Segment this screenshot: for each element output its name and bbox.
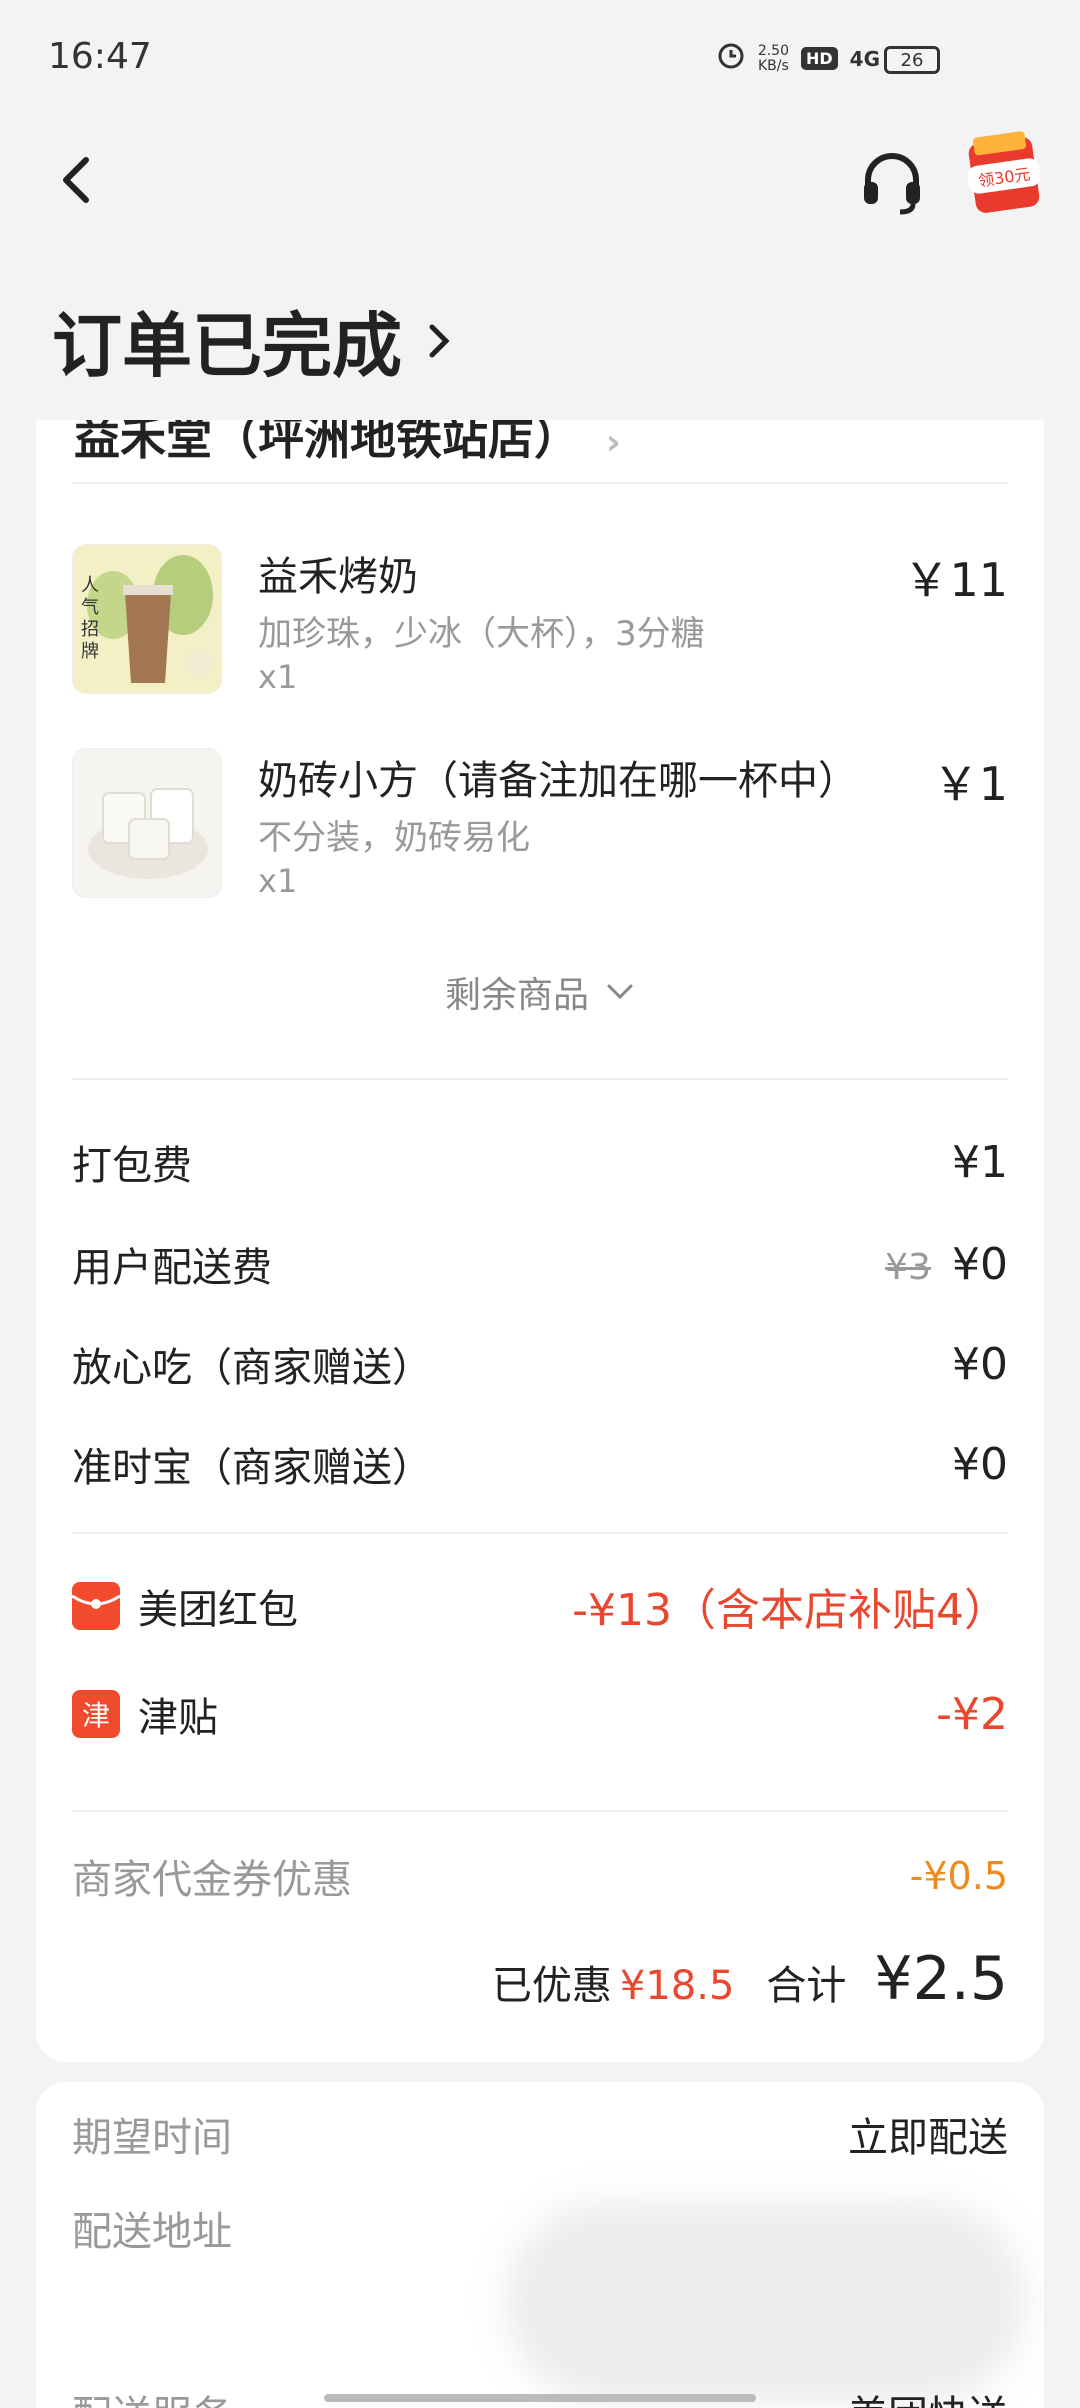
thumb-caption: 人气招牌 [81, 575, 99, 662]
item-qty: x1 [258, 658, 298, 696]
item-name: 奶砖小方（请备注加在哪一杯中） [258, 758, 858, 804]
status-icons: 2.50 KB/s HD 4G [716, 40, 880, 77]
home-indicator[interactable] [324, 2394, 756, 2402]
status-time: 16:47 [48, 36, 152, 77]
fee-row-on-time: 准时宝（商家赠送） ¥0 [72, 1434, 1008, 1494]
item-price: ￥11 [903, 553, 1008, 607]
order-status-title[interactable]: 订单已完成 [52, 290, 454, 391]
fee-label: 准时宝（商家赠送） [72, 1445, 432, 1491]
hd-badge: HD [800, 47, 838, 70]
expand-label: 剩余商品 [444, 975, 589, 1016]
headset-icon [864, 153, 920, 215]
info-value: 美团快送 [848, 2383, 1008, 2408]
fee-row-delivery: 用户配送费 ¥3 ¥0 [72, 1234, 1008, 1294]
chevron-right-icon [429, 324, 450, 357]
product-image: 人气招牌 [72, 544, 222, 694]
item-price: ￥1 [932, 757, 1008, 811]
promo-label: 领30元 [966, 157, 1042, 195]
back-button[interactable] [52, 150, 102, 210]
divider [72, 1532, 1008, 1534]
net-speed-unit: KB/s [758, 57, 789, 74]
item-spec: 不分装，奶砖易化 [258, 818, 530, 858]
gift-ribbon [972, 130, 1027, 156]
fee-original: ¥3 [885, 1246, 931, 1288]
promo-label: 津贴 [138, 1695, 218, 1741]
fee-label: 放心吃（商家赠送） [72, 1345, 432, 1391]
red-packet-icon [72, 1582, 120, 1630]
address-redaction [506, 2202, 1026, 2402]
chevron-right-icon: › [606, 422, 621, 463]
delivery-info-card: 期望时间 立即配送 配送地址 配送服务 美团快送 [36, 2082, 1044, 2408]
alarm-clock-icon [716, 40, 746, 77]
show-remaining-items-button[interactable]: 剩余商品 [36, 966, 1044, 1018]
item-spec: 加珍珠，少冰（大杯），3分糖 [258, 614, 705, 654]
net-speed-value: 2.50 [757, 42, 789, 59]
promo-gift-button[interactable]: 领30元 [966, 130, 1042, 220]
gift-icon: 领30元 [966, 130, 1042, 215]
battery-icon: 26 [884, 46, 940, 74]
info-label: 配送地址 [72, 2209, 232, 2255]
fee-row-packaging: 打包费 ¥1 [72, 1132, 1008, 1192]
customer-service-button[interactable] [856, 146, 928, 218]
net-speed: 2.50 KB/s [757, 42, 789, 74]
promo-value: -¥13（含本店补贴4） [572, 1585, 1008, 1636]
total-label: 合计 [766, 1963, 847, 2009]
divider [72, 1810, 1008, 1812]
page-title: 订单已完成 [52, 305, 402, 387]
divider [72, 482, 1008, 484]
order-detail-card: 益禾堂（坪洲地铁站店） › 人气招牌 益禾烤奶 加珍珠，少冰（大杯），3分糖 x… [36, 420, 1044, 2062]
saved-label: 已优惠 [491, 1963, 612, 2009]
allowance-icon: 津 [72, 1690, 120, 1738]
store-name[interactable]: 益禾堂（坪洲地铁站店） › [74, 420, 621, 468]
saved-value: ¥18.5 [619, 1963, 735, 2009]
store-name-text: 益禾堂（坪洲地铁站店） [74, 420, 580, 465]
item-qty: x1 [258, 862, 298, 900]
order-total: 已优惠 ¥18.5 合计 ¥2.5 [492, 1944, 1008, 2014]
chevron-left-icon [63, 157, 89, 203]
promo-label: 美团红包 [138, 1587, 298, 1633]
info-label: 配送服务 [72, 2383, 232, 2408]
network-signal-icon: 4G [849, 46, 880, 71]
coupon-row: 商家代金券优惠 -¥0.5 [72, 1846, 1008, 1906]
item-name: 益禾烤奶 [258, 554, 418, 600]
fee-value: ¥0 [952, 1438, 1008, 1490]
divider [72, 1078, 1008, 1080]
coupon-label: 商家代金券优惠 [72, 1857, 352, 1903]
info-label: 期望时间 [72, 2115, 232, 2161]
promo-row-red-packet: 美团红包 -¥13（含本店补贴4） [72, 1576, 1008, 1636]
promo-row-allowance: 津 津贴 -¥2 [72, 1684, 1008, 1744]
fee-value: ¥1 [952, 1136, 1008, 1188]
status-bar: 16:47 2.50 KB/s HD 4G 26 [0, 0, 1080, 120]
fee-label: 用户配送费 [72, 1245, 272, 1291]
fee-row-food-safety: 放心吃（商家赠送） ¥0 [72, 1334, 1008, 1394]
total-value: ¥2.5 [874, 1944, 1008, 2014]
expected-time-row: 期望时间 立即配送 [72, 2104, 1008, 2164]
battery-level: 26 [884, 46, 940, 74]
order-item[interactable]: 人气招牌 益禾烤奶 加珍珠，少冰（大杯），3分糖 x1 ￥11 [72, 544, 1008, 704]
chevron-down-icon [607, 984, 633, 1000]
promo-value: -¥2 [936, 1688, 1008, 1740]
info-value: 立即配送 [848, 2115, 1008, 2161]
coupon-value: -¥0.5 [909, 1854, 1008, 1898]
order-item[interactable]: 奶砖小方（请备注加在哪一杯中） 不分装，奶砖易化 x1 ￥1 [72, 748, 1008, 908]
product-image [72, 748, 222, 898]
fee-value: ¥0 [952, 1338, 1008, 1390]
fee-value: ¥0 [952, 1238, 1008, 1290]
fee-label: 打包费 [72, 1143, 192, 1189]
